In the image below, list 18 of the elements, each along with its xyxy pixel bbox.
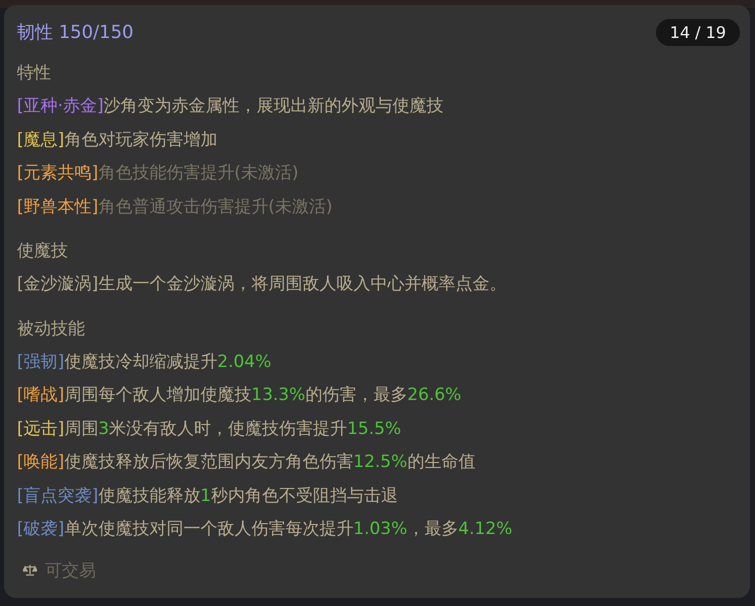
description-line: [远击]周围3米没有敌人时，使魔技伤害提升15.5%: [17, 418, 402, 440]
page-counter: 14 / 19: [656, 18, 740, 46]
description-line: [破袭]单次使魔技对同一个敌人伤害每次提升1.03%，最多4.12%: [17, 518, 514, 541]
section-title: 使魔技: [17, 240, 69, 263]
scale-icon: [23, 564, 37, 576]
description-line: [野兽本性]角色普通攻击伤害提升(未激活): [17, 196, 334, 218]
description-line: [魔息]角色对玩家伤害增加: [17, 128, 218, 152]
description-line: [唤能]使魔技释放后恢复范围内友方角色伤害12.5%的生命值: [17, 451, 476, 474]
description-line: [亚种·赤金]沙角变为赤金属性，展现出新的外观与使魔技: [17, 95, 445, 118]
description-line: [金沙漩涡]生成一个金沙漩涡，将周围敌人吸入中心并概率点金。: [17, 273, 508, 296]
description-line: [元素共鸣]角色技能伤害提升(未激活): [17, 162, 300, 185]
description-line: [强韧]使魔技冷却缩减提升2.04%: [17, 350, 272, 374]
section-title: 被动技能: [17, 318, 86, 340]
description-line: [嗜战]周围每个敌人增加使魔技13.3%的伤害，最多26.6%: [17, 384, 462, 407]
stat-text: 韧性 150/150: [17, 21, 134, 44]
description-line: [盲点突袭]使魔技能释放1秒内角色不受阻挡与击退: [17, 484, 400, 508]
section-title: 特性: [17, 62, 52, 85]
tradable-label: 可交易: [45, 560, 96, 582]
